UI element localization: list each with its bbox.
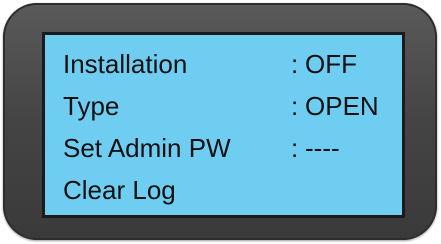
menu-item-label: Type (63, 91, 120, 121)
menu-item-value: ---- (305, 133, 340, 163)
menu-item-value: OFF (305, 49, 357, 79)
menu-item-value: OPEN (305, 91, 379, 121)
lcd-screen: Installation : OFF Type : OPEN Set Admin… (42, 32, 405, 218)
menu-item-separator: : (291, 133, 299, 163)
menu-item-label: Clear Log (63, 175, 176, 205)
menu-item-label: Installation (63, 49, 188, 79)
menu-item-label: Set Admin PW (63, 133, 231, 163)
menu-item-separator: : (291, 49, 299, 79)
device-frame: Installation : OFF Type : OPEN Set Admin… (3, 3, 437, 240)
menu-item-separator: : (291, 91, 299, 121)
